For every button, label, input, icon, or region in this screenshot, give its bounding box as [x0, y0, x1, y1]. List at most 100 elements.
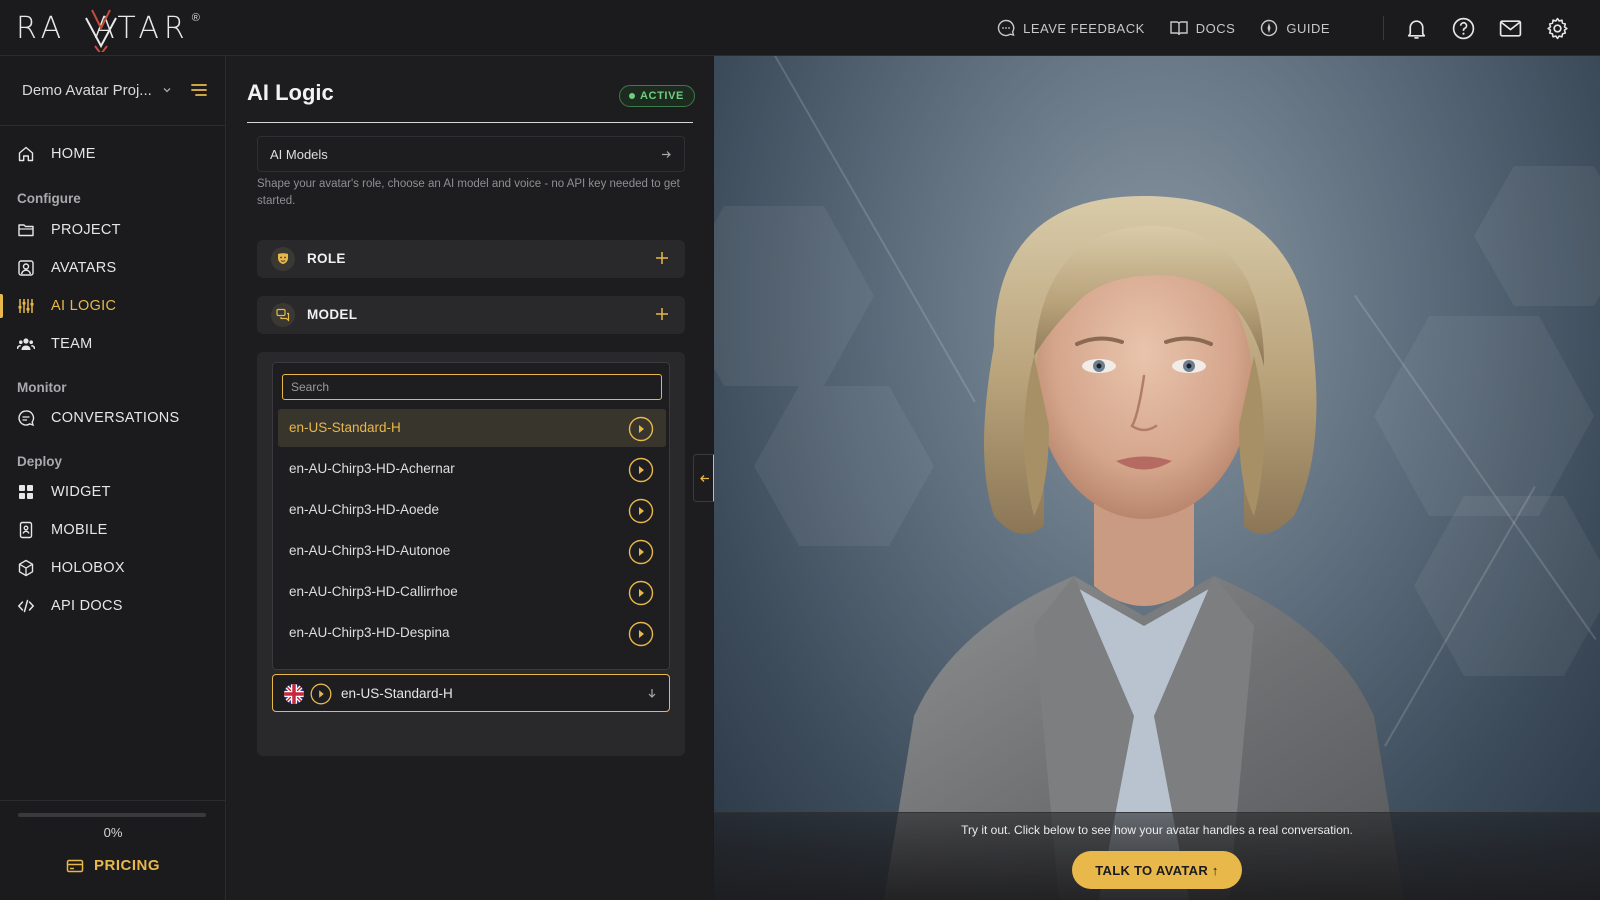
voice-option-aoede[interactable]: en-AU-Chirp3-HD-Aoede: [278, 491, 666, 529]
sidebar-item-avatars[interactable]: AVATARS: [0, 250, 226, 286]
guide-label: GUIDE: [1286, 20, 1330, 36]
sidebar-item-project[interactable]: PROJECT: [0, 212, 226, 248]
sidebar-item-conversations[interactable]: CONVERSATIONS: [0, 400, 226, 436]
sidebar: Demo Avatar Proj... HOME Configure PROJE…: [0, 56, 226, 900]
top-icons: [1404, 0, 1570, 56]
top-bar: RA ATAR ® LEAVE FEEDBACK DOCS GUIDE: [0, 0, 1600, 56]
arrow-right-icon: [662, 151, 671, 158]
plus-icon[interactable]: [655, 251, 669, 265]
docs-label: DOCS: [1195, 20, 1236, 36]
user-square-icon: [18, 260, 34, 276]
menu-icon[interactable]: [190, 82, 208, 98]
sidebar-footer: 0% PRICING: [0, 800, 226, 900]
pricing-button[interactable]: PRICING: [66, 857, 160, 874]
arrow-left-icon: [700, 475, 709, 482]
help-icon[interactable]: [1451, 16, 1476, 41]
ai-models-link[interactable]: AI Models: [257, 136, 685, 172]
chat-bubbles-icon: [276, 308, 290, 322]
sidebar-item-label: TEAM: [51, 336, 93, 352]
model-section[interactable]: MODEL: [257, 296, 685, 334]
voice-option-en-us-standard-h[interactable]: en-US-Standard-H: [278, 409, 666, 447]
voice-section: en-US-Standard-H en-AU-Chirp3-HD-Acherna…: [257, 352, 685, 756]
top-links: LEAVE FEEDBACK DOCS GUIDE: [996, 0, 1330, 56]
play-icon[interactable]: [628, 621, 654, 647]
model-section-icon-wrap: [271, 303, 295, 327]
voice-option-callirrhoe[interactable]: en-AU-Chirp3-HD-Callirrhoe: [278, 573, 666, 611]
sidebar-item-mobile[interactable]: MOBILE: [0, 512, 226, 548]
pricing-label: PRICING: [94, 857, 161, 874]
sidebar-item-label: PROJECT: [51, 222, 121, 238]
sidebar-item-ai-logic[interactable]: AI LOGIC: [0, 288, 226, 324]
play-icon[interactable]: [628, 457, 654, 483]
chevron-down-icon: [163, 88, 171, 93]
uk-flag-icon: [284, 684, 304, 704]
home-icon: [18, 146, 34, 162]
mail-icon[interactable]: [1498, 16, 1523, 41]
voice-option-label: en-AU-Chirp3-HD-Callirrhoe: [289, 584, 458, 599]
voice-option-despina[interactable]: en-AU-Chirp3-HD-Despina: [278, 614, 666, 652]
selected-voice-label: en-US-Standard-H: [341, 686, 453, 701]
ai-logic-description: Shape your avatar's role, choose an AI m…: [257, 178, 680, 207]
role-section[interactable]: ROLE: [257, 240, 685, 278]
voice-option-achernar[interactable]: en-AU-Chirp3-HD-Achernar: [278, 450, 666, 488]
preview-hint: Try it out. Click below to see how your …: [961, 823, 1353, 837]
collapse-panel-button[interactable]: [693, 454, 715, 502]
usage-progress-bar: [18, 813, 206, 817]
project-selector[interactable]: Demo Avatar Proj...: [0, 56, 226, 126]
avatar-figure: [884, 196, 1404, 900]
voice-select[interactable]: en-US-Standard-H: [272, 674, 670, 712]
mobile-icon: [19, 521, 33, 539]
sidebar-item-widget[interactable]: WIDGET: [0, 474, 226, 510]
voice-option-label: en-AU-Chirp3-HD-Aoede: [289, 502, 440, 517]
leave-feedback-label: LEAVE FEEDBACK: [1023, 20, 1145, 36]
status-badge: ACTIVE: [619, 85, 695, 107]
sidebar-item-label: API DOCS: [51, 598, 123, 614]
voice-search-input[interactable]: [282, 374, 662, 400]
arrow-down-icon: [648, 689, 656, 698]
project-name: Demo Avatar Proj...: [22, 82, 152, 99]
sidebar-item-home[interactable]: HOME: [0, 136, 226, 172]
play-icon[interactable]: [628, 416, 654, 442]
voice-option-label: en-US-Standard-H: [289, 420, 401, 435]
plus-icon[interactable]: [655, 307, 669, 321]
play-icon[interactable]: [628, 580, 654, 606]
voice-option-label: en-AU-Chirp3-HD-Autonoe: [289, 543, 451, 558]
docs-link[interactable]: DOCS: [1169, 18, 1236, 38]
voice-option-label: en-AU-Chirp3-HD-Achernar: [289, 461, 455, 476]
sidebar-item-api-docs[interactable]: API DOCS: [0, 588, 226, 624]
play-icon[interactable]: [628, 539, 654, 565]
guide-link[interactable]: GUIDE: [1259, 18, 1330, 38]
registered-mark: ®: [191, 12, 200, 24]
voice-dropdown-list[interactable]: en-US-Standard-H en-AU-Chirp3-HD-Acherna…: [272, 362, 670, 670]
team-icon: [17, 338, 35, 350]
cube-icon: [18, 559, 34, 577]
voice-option-autonoe[interactable]: en-AU-Chirp3-HD-Autonoe: [278, 532, 666, 570]
sidebar-item-holobox[interactable]: HOLOBOX: [0, 550, 226, 586]
leave-feedback-link[interactable]: LEAVE FEEDBACK: [996, 18, 1145, 38]
sidebar-item-label: HOLOBOX: [51, 560, 125, 576]
topbar-divider: [1383, 16, 1384, 40]
code-icon: [17, 599, 35, 613]
background-hexagon: [1474, 166, 1600, 306]
page-title: AI Logic: [247, 80, 334, 105]
ai-models-label: AI Models: [270, 147, 328, 162]
role-section-icon-wrap: [271, 247, 295, 271]
sidebar-item-label: AI LOGIC: [51, 298, 117, 314]
play-icon[interactable]: [310, 683, 332, 705]
play-icon[interactable]: [628, 498, 654, 524]
role-section-label: ROLE: [307, 251, 346, 266]
bell-icon[interactable]: [1404, 16, 1429, 41]
preview-footer: Try it out. Click below to see how your …: [714, 812, 1600, 900]
avatar-preview: Try it out. Click below to see how your …: [714, 56, 1600, 900]
equalizer-icon: [18, 299, 34, 313]
theater-mask-icon: [278, 253, 288, 264]
feedback-icon: [997, 19, 1015, 37]
ravatar-logo[interactable]: RA ATAR ®: [16, 6, 200, 52]
sidebar-item-team[interactable]: TEAM: [0, 326, 226, 362]
sidebar-item-label: WIDGET: [51, 484, 111, 500]
usage-progress-label: 0%: [103, 825, 123, 840]
gear-icon[interactable]: [1545, 16, 1570, 41]
talk-to-avatar-button[interactable]: TALK TO AVATAR ↑: [1072, 851, 1242, 889]
ai-logic-panel: AI Logic ACTIVE AI Models Shape your ava…: [227, 56, 713, 900]
sidebar-item-label: MOBILE: [51, 522, 108, 538]
